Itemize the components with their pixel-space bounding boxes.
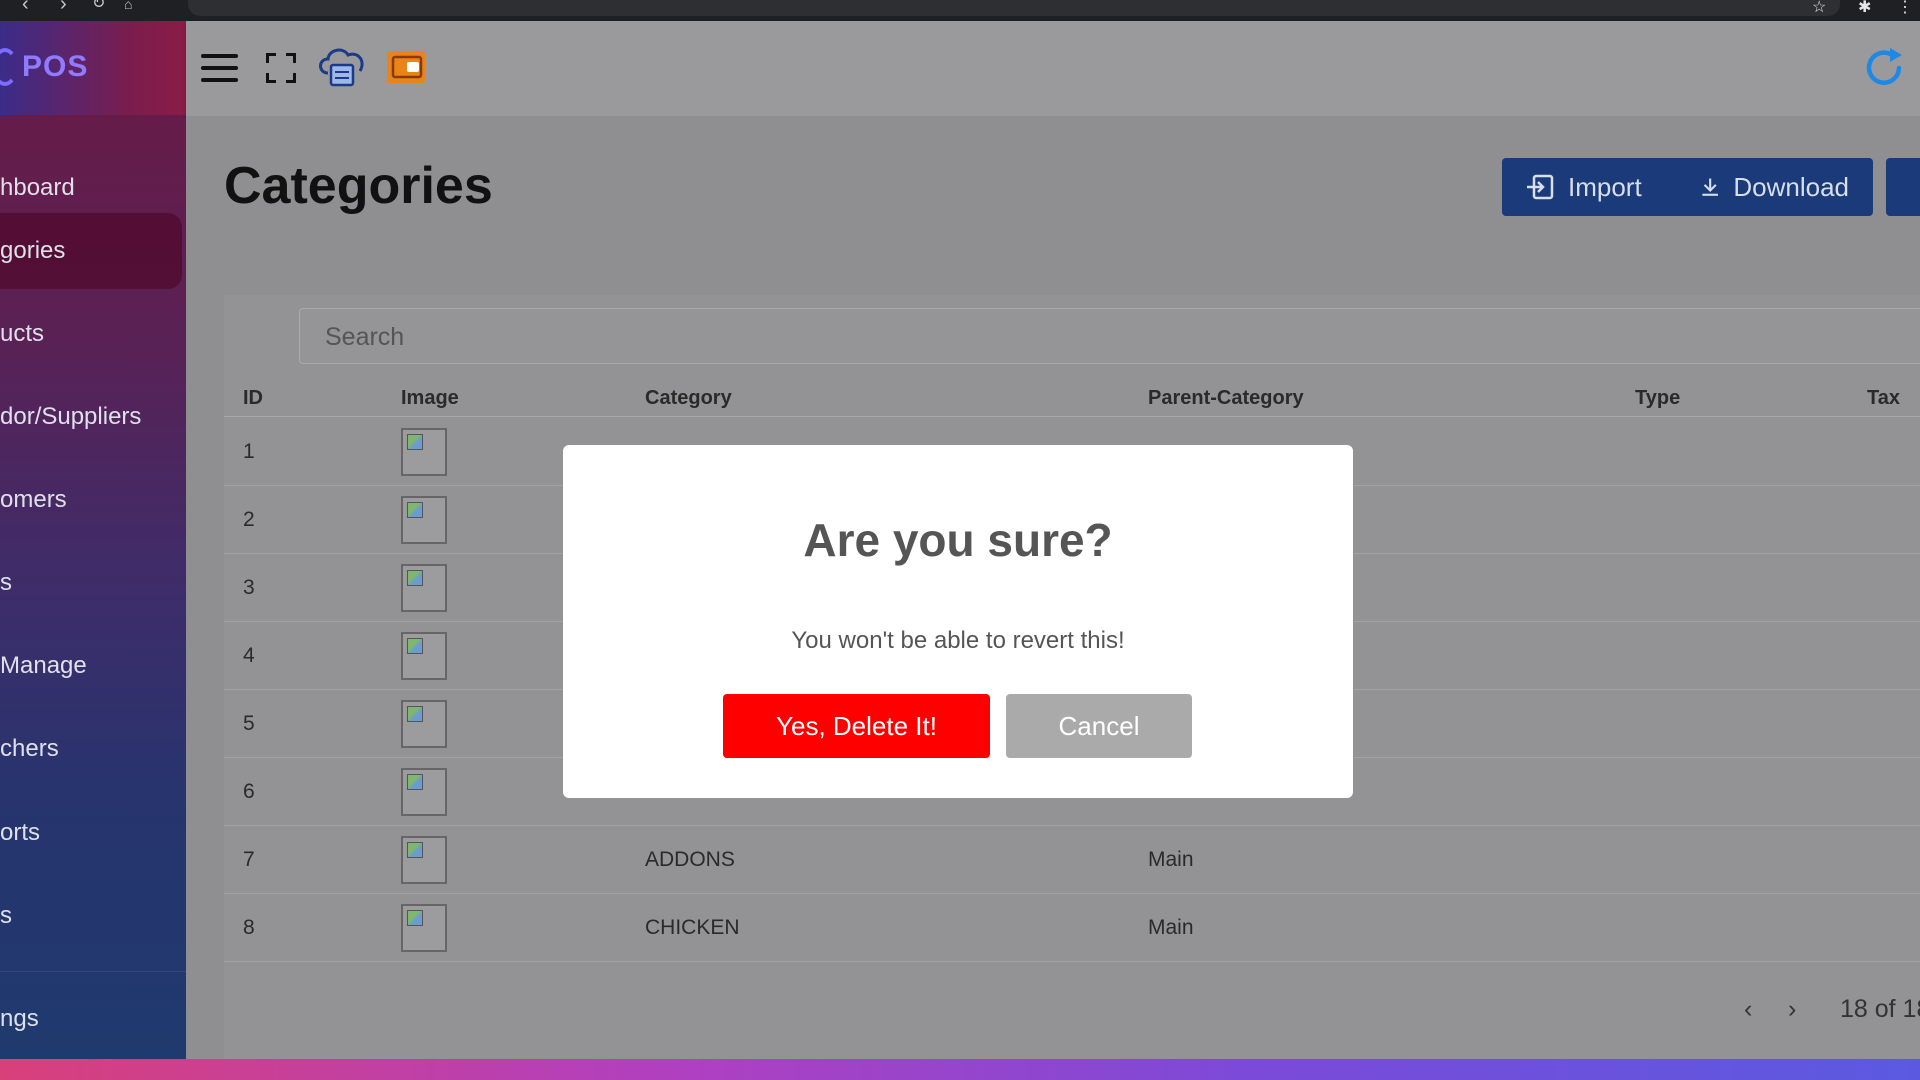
category-image	[401, 904, 447, 952]
sidebar-item-customers[interactable]: omers	[0, 462, 182, 538]
sidebar-item-label: s	[0, 902, 12, 929]
forward-icon[interactable]: ›	[60, 0, 67, 21]
category-image	[401, 768, 447, 816]
bookmark-icon[interactable]: ☆	[1812, 0, 1826, 17]
sidebar-item-label: gories	[0, 237, 66, 264]
column-header-parent-category[interactable]: Parent-Category	[1148, 387, 1304, 410]
sidebar-item-vouchers[interactable]: chers	[0, 711, 182, 787]
cancel-button[interactable]: Cancel	[1006, 694, 1192, 758]
sidebar-item-label: s	[0, 569, 12, 596]
sidebar-item-label: ngs	[0, 1005, 39, 1032]
cell-id: 1	[243, 440, 255, 463]
back-icon[interactable]: ‹	[22, 0, 29, 21]
logo-text: POS	[22, 50, 89, 83]
column-header-image[interactable]: Image	[401, 387, 459, 410]
refresh-icon[interactable]	[1861, 45, 1907, 91]
sidebar-item-label: dor/Suppliers	[0, 403, 142, 430]
sidebar-item-vendors-suppliers[interactable]: dor/Suppliers	[0, 379, 182, 455]
import-button[interactable]: Import	[1502, 158, 1677, 216]
menu-icon[interactable]: ⋮	[1897, 0, 1913, 17]
cell-id: 5	[243, 712, 255, 735]
page-title: Categories	[224, 157, 493, 215]
cell-id: 7	[243, 848, 255, 871]
dialog-title: Are you sure?	[803, 514, 1113, 566]
cell-category: CHICKEN	[645, 916, 740, 939]
cell-id: 6	[243, 780, 255, 803]
cell-category: ADDONS	[645, 848, 735, 871]
sidebar-item-label: chers	[0, 735, 59, 762]
sidebar-divider	[0, 971, 186, 972]
cloud-sync-icon[interactable]	[316, 43, 368, 89]
action-buttons: Import Download	[1502, 158, 1873, 216]
column-header-category[interactable]: Category	[645, 387, 732, 410]
reload-icon[interactable]: ↻	[92, 0, 105, 21]
column-header-tax[interactable]: Tax	[1867, 387, 1900, 410]
hamburger-menu-icon[interactable]	[201, 54, 238, 82]
sidebar-item-label: hboard	[0, 174, 75, 201]
sidebar: POS hboard gories ucts dor/Suppliers ome…	[0, 21, 186, 1059]
browser-toolbar: ‹ › ↻ ⌂ ☆ ✱ ⋮	[0, 0, 1920, 21]
fullscreen-icon[interactable]	[266, 53, 296, 83]
extensions-icon[interactable]: ✱	[1858, 0, 1871, 17]
pagination-next-icon[interactable]: ›	[1788, 995, 1796, 1024]
sidebar-item-settings[interactable]: ngs	[0, 981, 182, 1057]
download-label: Download	[1733, 171, 1849, 202]
dialog-message: You won't be able to revert this!	[791, 627, 1125, 654]
column-header-type[interactable]: Type	[1635, 387, 1680, 410]
cell-id: 4	[243, 644, 255, 667]
cell-id: 8	[243, 916, 255, 939]
sidebar-item-categories[interactable]: gories	[0, 213, 182, 289]
table-row[interactable]: 8 CHICKEN Main	[224, 894, 1920, 962]
category-image	[401, 496, 447, 544]
search-input[interactable]: Search	[299, 308, 1920, 364]
cell-id: 3	[243, 576, 255, 599]
table-row[interactable]: 7 ADDONS Main	[224, 826, 1920, 894]
sidebar-item-reports[interactable]: orts	[0, 795, 182, 871]
cell-parent: Main	[1148, 916, 1194, 939]
top-header	[186, 21, 1920, 116]
logo[interactable]: POS	[0, 47, 152, 87]
sidebar-item-9[interactable]: s	[0, 878, 182, 954]
table-header: ID Image Category Parent-Category Type T…	[224, 377, 1920, 417]
sidebar-item-label: omers	[0, 486, 67, 513]
category-image	[401, 700, 447, 748]
pagination-range: 18 of 18	[1840, 995, 1920, 1023]
taskbar-gradient	[0, 1059, 1920, 1080]
pagination-prev-icon[interactable]: ‹	[1744, 995, 1752, 1024]
add-button[interactable]	[1886, 158, 1920, 216]
category-image	[401, 428, 447, 476]
cell-parent: Main	[1148, 848, 1194, 871]
sidebar-item-5[interactable]: s	[0, 545, 182, 621]
column-header-id[interactable]: ID	[243, 387, 263, 410]
category-image	[401, 632, 447, 680]
category-image	[401, 564, 447, 612]
address-bar[interactable]	[188, 0, 1840, 16]
sidebar-item-label: ucts	[0, 320, 45, 347]
cell-id: 2	[243, 508, 255, 531]
category-image	[401, 836, 447, 884]
download-button[interactable]: Download	[1677, 158, 1873, 216]
wallet-icon[interactable]	[385, 47, 427, 85]
sidebar-item-label: Manage	[0, 652, 87, 679]
sidebar-item-products[interactable]: ucts	[0, 296, 182, 372]
home-icon[interactable]: ⌂	[124, 0, 132, 21]
import-icon	[1527, 174, 1554, 200]
sidebar-item-manage[interactable]: Manage	[0, 628, 182, 704]
download-icon	[1702, 178, 1718, 196]
confirm-delete-button[interactable]: Yes, Delete It!	[723, 694, 990, 758]
confirm-delete-dialog: Are you sure? You won't be able to rever…	[563, 445, 1353, 798]
import-label: Import	[1568, 171, 1642, 202]
logo-mark-icon	[0, 48, 18, 86]
sidebar-item-label: orts	[0, 819, 41, 846]
